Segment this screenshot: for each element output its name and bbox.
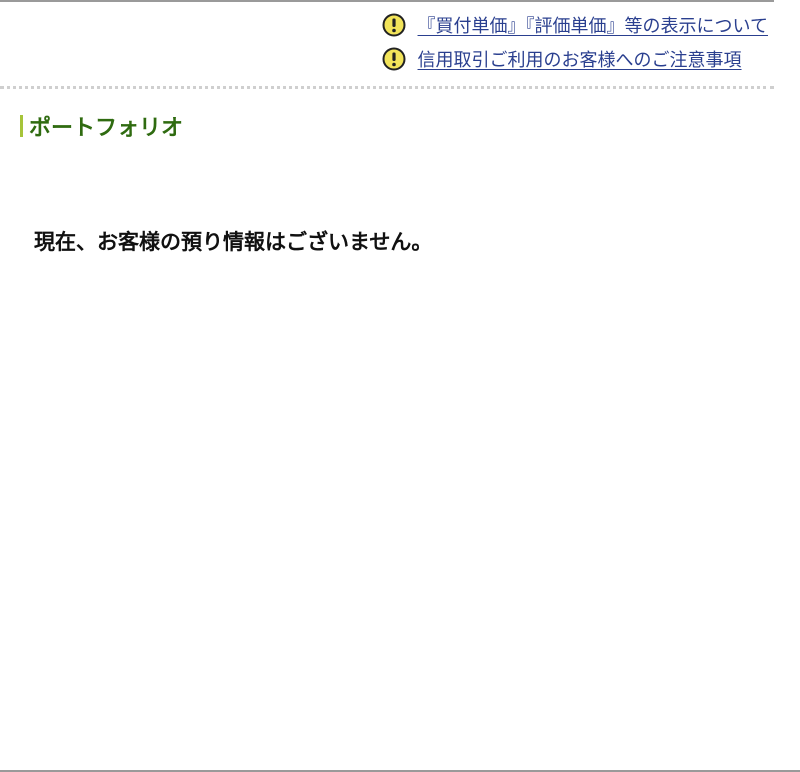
warning-icon [382, 47, 406, 71]
notice-item-price-display[interactable]: 『買付単価』『評価単価』等の表示について [382, 12, 768, 38]
heading-accent-bar [20, 115, 23, 137]
notice-links: 『買付単価』『評価単価』等の表示について 信用取引ご利用のお客様へのご注意事項 [382, 12, 768, 72]
dotted-divider [0, 86, 774, 89]
top-divider [0, 0, 774, 2]
empty-holdings-message: 現在、お客様の預り情報はございません。 [34, 230, 433, 254]
price-display-notice-link[interactable]: 『買付単価』『評価単価』等の表示について [418, 12, 768, 38]
section-heading: ポートフォリオ [20, 110, 183, 142]
margin-trading-notice-link[interactable]: 信用取引ご利用のお客様へのご注意事項 [418, 46, 742, 72]
notice-item-margin-trading[interactable]: 信用取引ご利用のお客様へのご注意事項 [382, 46, 742, 72]
portfolio-page: 『買付単価』『評価単価』等の表示について 信用取引ご利用のお客様へのご注意事項 … [0, 0, 800, 772]
page-title: ポートフォリオ [29, 116, 184, 141]
warning-icon [382, 13, 406, 37]
